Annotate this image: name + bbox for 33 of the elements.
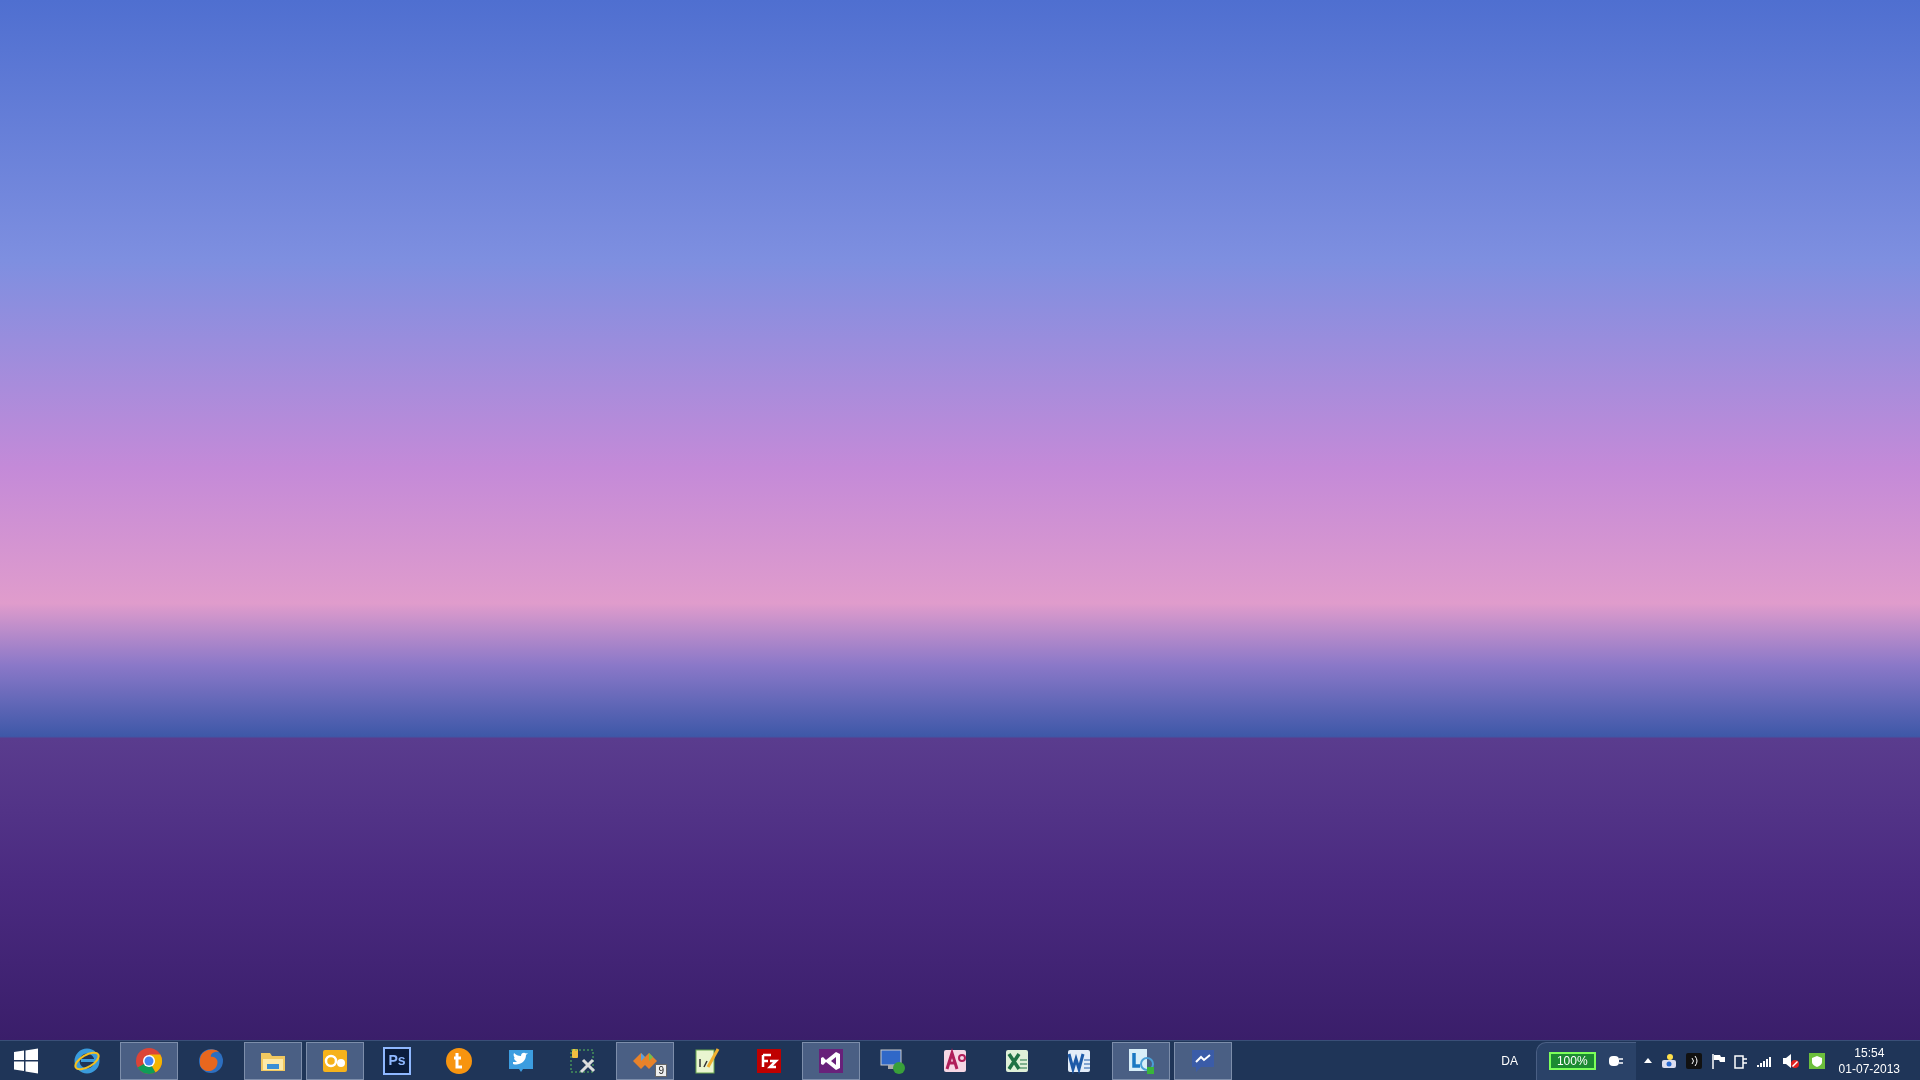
camera-icon[interactable] [1660,1052,1677,1069]
shield-icon[interactable] [1808,1052,1825,1069]
plug-icon[interactable] [1733,1052,1748,1069]
battery-level: 100% [1548,1052,1596,1070]
fox-globe-icon [197,1046,225,1075]
count-badge: 9 [655,1063,667,1077]
taskbar-app-button[interactable] [120,1041,178,1080]
wave-icon[interactable] [1685,1052,1702,1069]
clock[interactable]: 15:54 01-07-2013 [1838,1044,1900,1077]
tools-icon [569,1046,597,1075]
fz-logo-icon [755,1046,783,1075]
round-colored-icon [135,1046,163,1075]
monitor-icon [879,1046,907,1075]
battery-panel[interactable]: 100% [1535,1041,1636,1080]
speaker-muted-icon[interactable] [1781,1052,1800,1069]
clock-time: 15:54 [1854,1044,1885,1061]
photoshop-icon: Ps [383,1046,411,1075]
taskbar-app-button[interactable] [802,1041,860,1080]
taskbar-app-button[interactable]: Ps [368,1041,426,1080]
clock-date: 01-07-2013 [1838,1060,1900,1077]
windows-logo-icon [12,1046,40,1075]
flag-icon[interactable] [1710,1052,1725,1069]
power-plug-icon [1607,1055,1624,1067]
infinity-ribbon-icon [817,1046,845,1075]
letter-t-circle-icon [445,1046,473,1075]
taskbar-app-button[interactable] [244,1041,302,1080]
language-indicator[interactable]: DA [1501,1051,1518,1070]
notepad-pencil-icon [693,1046,721,1075]
caret-up-icon[interactable] [1643,1058,1652,1063]
globe-e-icon [73,1046,101,1075]
taskbar-app-button[interactable] [306,1041,364,1080]
taskbar-app-button[interactable]: 9 [616,1041,674,1080]
taskbar-app-button[interactable] [1112,1041,1170,1080]
